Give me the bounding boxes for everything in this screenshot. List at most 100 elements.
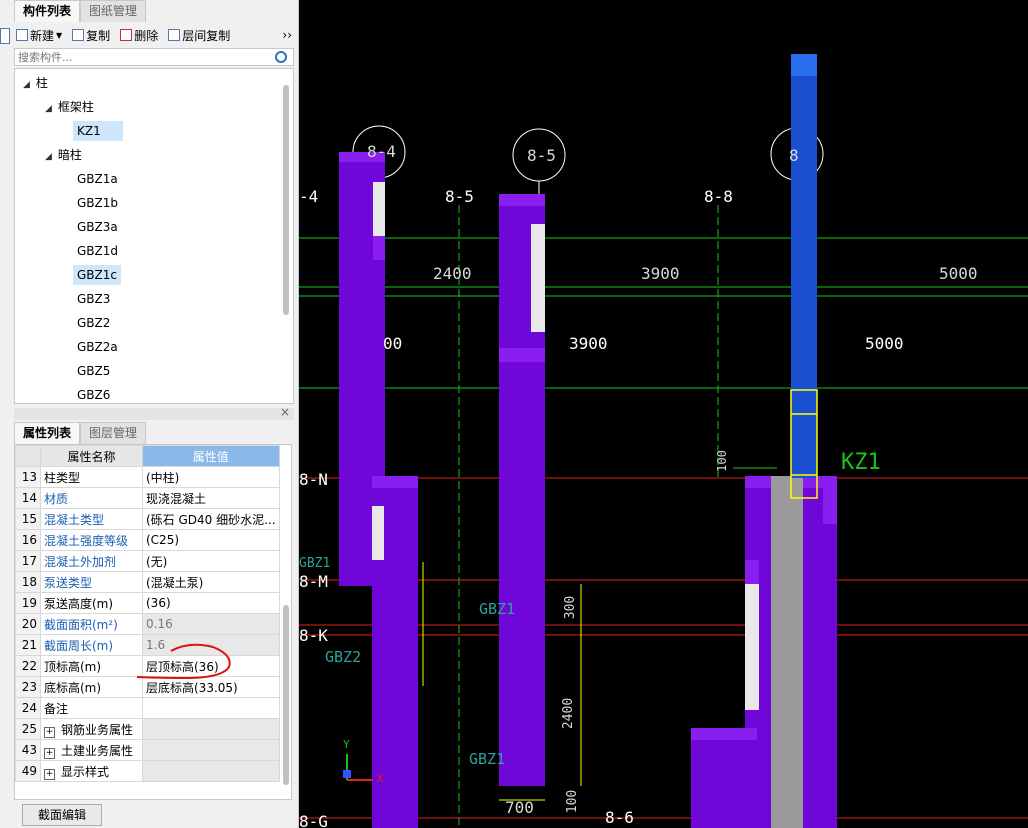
- column-shape: [373, 182, 385, 236]
- table-row[interactable]: 15 混凝土类型 (砾石 GD40 细砂水泥...: [15, 508, 280, 530]
- column-shape: [823, 488, 837, 524]
- axis-label: 8-5: [445, 187, 474, 206]
- tree-node-frame-column[interactable]: ◢ 框架柱: [45, 97, 94, 117]
- column-shape: [691, 728, 757, 740]
- tree-item[interactable]: GBZ3: [77, 289, 110, 309]
- section-edit-button[interactable]: 截面编辑: [22, 804, 102, 826]
- table-row[interactable]: 24 备注: [15, 697, 280, 719]
- copy-button[interactable]: 复制: [70, 27, 112, 44]
- axis-label: -4: [299, 187, 319, 206]
- search-input[interactable]: [15, 49, 271, 65]
- tree-item[interactable]: GBZ6: [77, 385, 110, 403]
- tree-item[interactable]: GBZ2a: [77, 337, 118, 357]
- new-button[interactable]: 新建 ▼: [14, 27, 64, 44]
- dimension-text: 3900: [569, 334, 608, 353]
- tree-item[interactable]: GBZ1a: [77, 169, 118, 189]
- tree-node-hidden-column[interactable]: ◢ 暗柱: [45, 145, 82, 165]
- collapse-arrow-icon: ◢: [45, 152, 52, 162]
- component-tabs: 构件列表 图纸管理: [14, 0, 147, 22]
- tab-attribute-list[interactable]: 属性列表: [14, 422, 81, 444]
- expand-plus-icon[interactable]: +: [44, 747, 55, 759]
- axis-label: 8-K: [299, 626, 328, 645]
- component-toolbar: 新建 ▼ 复制 删除 层间复制 ››: [14, 24, 294, 46]
- column-tag: GBZ1: [299, 556, 331, 571]
- table-row-group[interactable]: 25 + 钢筋业务属性: [15, 718, 280, 740]
- cad-canvas[interactable]: 8-4 8-5 8 -4 8-5 8-8 8-N 8-M 8-K 8-G 8-6…: [299, 0, 1028, 828]
- table-row[interactable]: 13 柱类型 (中柱): [15, 466, 280, 488]
- tab-drawing-management[interactable]: 图纸管理: [80, 0, 147, 22]
- cad-drawing: [299, 54, 1028, 828]
- column-shape: [373, 236, 385, 260]
- dropdown-arrow-icon: ▼: [56, 30, 63, 40]
- column-tag: GBZ1: [479, 600, 516, 618]
- attr-tabs: 属性列表 图层管理: [14, 422, 147, 444]
- attribute-table-container: 属性名称 属性值 13 柱类型 (中柱) 14 材质 现浇混凝土 15 混凝土类型 (砾石 …: [14, 444, 292, 800]
- column-shape: [691, 728, 757, 828]
- attr-panel-titlebar: ×: [14, 405, 294, 420]
- column-tag: GBZ2: [325, 648, 362, 666]
- axis-label: 8-N: [299, 470, 328, 489]
- table-row[interactable]: 17 混凝土外加剂 (无): [15, 550, 280, 572]
- table-row[interactable]: 18 泵送类型 (混凝土泵): [15, 571, 280, 593]
- new-icon: [16, 29, 28, 41]
- table-row[interactable]: 16 混凝土强度等级 (C25): [15, 529, 280, 551]
- column-shape: [499, 194, 545, 206]
- collapse-arrow-icon: ◢: [45, 104, 52, 114]
- delete-button[interactable]: 删除: [118, 27, 160, 44]
- delete-icon: [120, 29, 133, 41]
- tree-item[interactable]: GBZ5: [77, 361, 110, 381]
- dimension-text: 3900: [641, 264, 680, 283]
- dimension-text: 2400: [561, 697, 577, 730]
- dimension-text: 100: [714, 450, 729, 472]
- dimension-text: 5000: [865, 334, 904, 353]
- tree-item[interactable]: GBZ1d: [77, 241, 118, 261]
- ucs-y-label: Y: [343, 738, 350, 751]
- tree-item-KZ1[interactable]: KZ1: [73, 121, 123, 141]
- kz1-tag[interactable]: KZ1: [841, 450, 881, 475]
- toolbar-more-button[interactable]: ››: [280, 28, 294, 42]
- expand-plus-icon[interactable]: +: [44, 768, 55, 780]
- column-shape: [771, 476, 803, 828]
- table-row[interactable]: 20 截面面积(m²) 0.16: [15, 613, 280, 635]
- floor-copy-button[interactable]: 层间复制: [166, 27, 232, 44]
- tree-item[interactable]: GBZ1b: [77, 193, 118, 213]
- tree-node-column[interactable]: ◢ 柱: [23, 73, 48, 93]
- dimension-text: 700: [505, 798, 534, 817]
- tree-item[interactable]: GBZ2: [77, 313, 110, 333]
- tab-component-list[interactable]: 构件列表: [14, 0, 81, 22]
- column-shape: [745, 584, 759, 710]
- attribute-table: 属性名称 属性值 13 柱类型 (中柱) 14 材质 现浇混凝土 15 混凝土类型 (砾石 …: [15, 445, 280, 782]
- dimension-text: 5000: [939, 264, 978, 283]
- table-row-group[interactable]: 49 + 显示样式: [15, 760, 280, 782]
- kz1-column-top: [791, 54, 817, 76]
- dimension-text: 300: [563, 595, 579, 620]
- tab-layer-management[interactable]: 图层管理: [80, 422, 147, 444]
- table-row[interactable]: 14 材质 现浇混凝土: [15, 487, 280, 509]
- dimension-text: 2400: [433, 264, 472, 283]
- expand-plus-icon[interactable]: +: [44, 726, 55, 738]
- side-doc-icon[interactable]: [0, 28, 10, 44]
- component-search: [14, 48, 294, 66]
- search-icon[interactable]: [275, 51, 287, 63]
- column-shape: [531, 224, 545, 332]
- axis-label: 8: [789, 146, 799, 165]
- column-shape: [499, 348, 545, 362]
- left-panel: 构件列表 图纸管理 新建 ▼ 复制 删除 层间复制 ›› ◢柱 ◢框架柱 KZ1…: [0, 0, 299, 828]
- header-value: 属性值: [142, 445, 280, 467]
- tree-scrollbar[interactable]: [283, 85, 289, 315]
- ucs-origin: [343, 770, 351, 778]
- tree-item[interactable]: GBZ3a: [77, 217, 118, 237]
- floor-copy-icon: [168, 29, 181, 41]
- red-annotation-mark: [136, 643, 231, 680]
- tree-item[interactable]: GBZ1c: [73, 265, 121, 285]
- table-row-group[interactable]: 43 + 土建业务属性: [15, 739, 280, 761]
- ucs-x-label: X: [377, 772, 384, 785]
- column-shape: [372, 506, 384, 560]
- axis-label: 8-G: [299, 812, 328, 828]
- copy-icon: [72, 29, 85, 41]
- axis-label: 8-6: [605, 808, 634, 827]
- header-name: 属性名称: [40, 445, 143, 467]
- attr-scrollbar[interactable]: [283, 605, 289, 785]
- table-row[interactable]: 19 泵送高度(m) (36): [15, 592, 280, 614]
- close-icon[interactable]: ×: [280, 405, 290, 419]
